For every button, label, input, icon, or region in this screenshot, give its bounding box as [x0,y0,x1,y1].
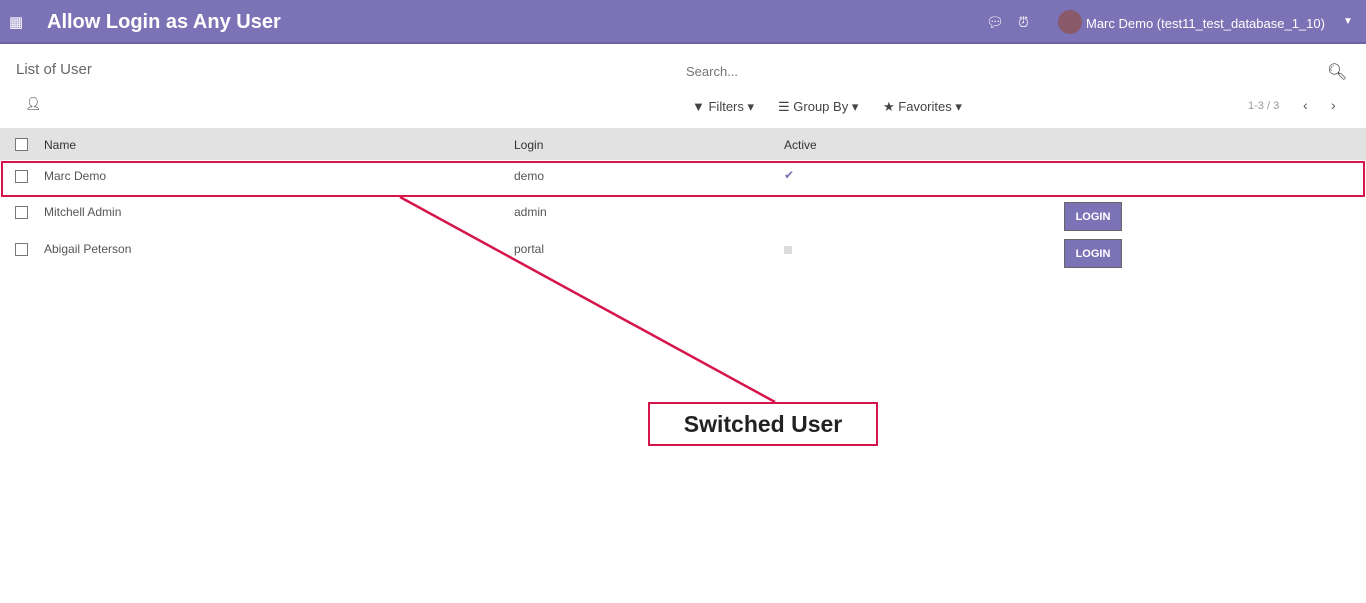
annotation-arrow [399,195,776,404]
highlight-box [1,161,1365,197]
annotation-label: Switched User [648,402,878,446]
